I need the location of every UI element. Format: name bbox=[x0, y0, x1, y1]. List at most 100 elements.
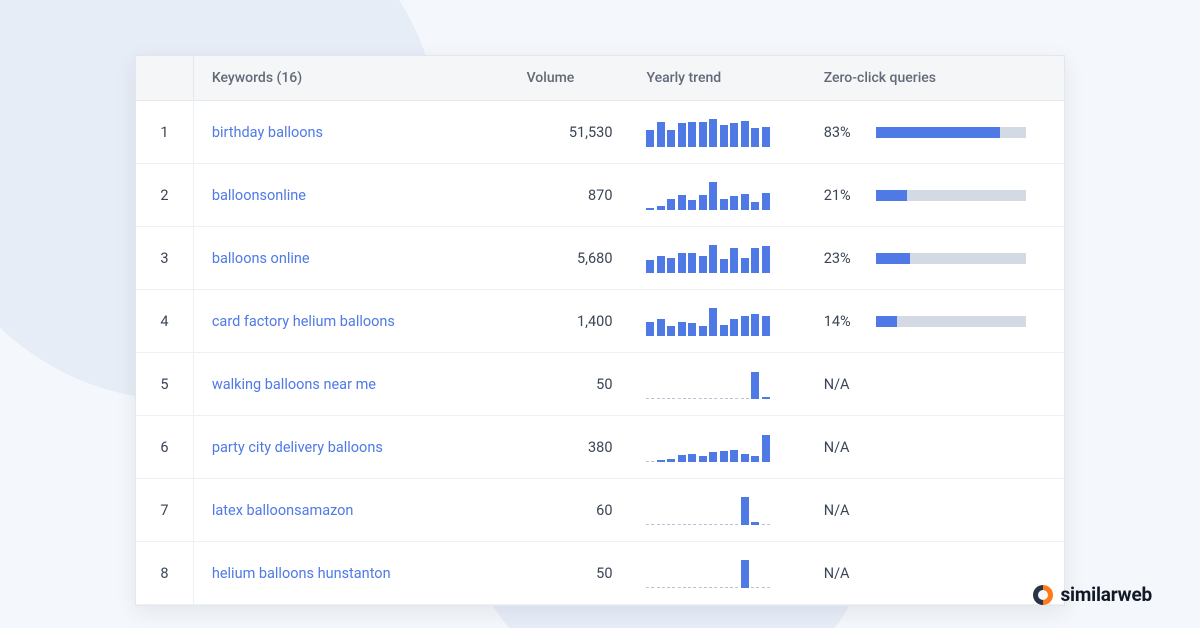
sparkline-bar bbox=[688, 323, 696, 336]
keyword-link[interactable]: walking balloons near me bbox=[212, 376, 376, 393]
rank-cell: 7 bbox=[136, 479, 193, 542]
header-yearly-trend[interactable]: Yearly trend bbox=[636, 56, 813, 101]
sparkline-bar bbox=[688, 200, 696, 210]
sparkline-bar bbox=[751, 128, 759, 147]
sparkline-bar bbox=[657, 524, 665, 525]
trend-cell bbox=[636, 101, 813, 164]
sparkline-bar bbox=[751, 372, 759, 399]
header-rank bbox=[136, 56, 193, 101]
keyword-link[interactable]: balloons online bbox=[212, 250, 310, 267]
zero-click-cell: N/A bbox=[814, 416, 1064, 479]
sparkline-bar bbox=[688, 454, 696, 462]
sparkline-bar bbox=[720, 125, 728, 147]
brand-logo: similarweb bbox=[1033, 583, 1153, 606]
sparkline-bar bbox=[751, 202, 759, 210]
keyword-link[interactable]: card factory helium balloons bbox=[212, 313, 395, 330]
sparkline-bar bbox=[730, 248, 738, 273]
zero-click-wrap: 83% bbox=[824, 124, 1054, 141]
table-row: 5 walking balloons near me 50 N/A bbox=[136, 353, 1064, 416]
zero-click-wrap: N/A bbox=[824, 439, 1054, 456]
sparkline-bar bbox=[688, 524, 696, 525]
header-keywords[interactable]: Keywords (16) bbox=[193, 56, 516, 101]
sparkline-chart bbox=[646, 558, 803, 588]
trend-cell bbox=[636, 479, 813, 542]
keyword-cell: balloonsonline bbox=[193, 164, 516, 227]
zero-click-bar bbox=[876, 316, 1026, 327]
sparkline-bar bbox=[667, 199, 675, 210]
sparkline-chart bbox=[646, 180, 803, 210]
sparkline-bar bbox=[720, 398, 728, 399]
zero-click-cell: N/A bbox=[814, 479, 1064, 542]
zero-click-na: N/A bbox=[824, 376, 850, 393]
rank-cell: 8 bbox=[136, 542, 193, 605]
sparkline-bar bbox=[688, 587, 696, 588]
sparkline-bar bbox=[646, 524, 654, 525]
sparkline-bar bbox=[646, 322, 654, 336]
header-zero-click[interactable]: Zero-click queries bbox=[814, 56, 1064, 101]
table-row: 8helium balloons hunstanton50N/A bbox=[136, 542, 1064, 605]
similarweb-icon bbox=[1033, 585, 1053, 605]
sparkline-bar bbox=[646, 587, 654, 588]
sparkline-bar bbox=[699, 456, 707, 462]
sparkline-bar bbox=[762, 246, 770, 273]
rank-cell: 2 bbox=[136, 164, 193, 227]
keyword-link[interactable]: helium balloons hunstanton bbox=[212, 565, 391, 582]
zero-click-percent: 14% bbox=[824, 313, 864, 330]
zero-click-percent: 21% bbox=[824, 187, 864, 204]
brand-text: similarweb bbox=[1061, 583, 1153, 606]
sparkline-bar bbox=[657, 398, 665, 399]
sparkline-bar bbox=[646, 461, 654, 462]
sparkline-bar bbox=[657, 122, 665, 147]
zero-click-bar bbox=[876, 127, 1026, 138]
volume-cell: 50 bbox=[517, 353, 637, 416]
keyword-cell: helium balloons hunstanton bbox=[193, 542, 516, 605]
volume-cell: 50 bbox=[517, 542, 637, 605]
sparkline-bar bbox=[657, 319, 665, 336]
zero-click-wrap: 23% bbox=[824, 250, 1054, 267]
sparkline-bar bbox=[678, 455, 686, 462]
sparkline-bar bbox=[709, 308, 717, 336]
keyword-link[interactable]: balloonsonline bbox=[212, 187, 306, 204]
sparkline-bar bbox=[678, 253, 686, 273]
rank-cell: 5 bbox=[136, 353, 193, 416]
sparkline-bar bbox=[667, 587, 675, 588]
volume-cell: 5,680 bbox=[517, 227, 637, 290]
zero-click-wrap: N/A bbox=[824, 376, 1054, 393]
sparkline-bar bbox=[762, 397, 770, 399]
trend-cell bbox=[636, 227, 813, 290]
trend-cell bbox=[636, 542, 813, 605]
sparkline-chart bbox=[646, 432, 803, 462]
zero-click-wrap: 14% bbox=[824, 313, 1054, 330]
sparkline-bar bbox=[709, 119, 717, 147]
table-row: 1birthday balloons51,53083% bbox=[136, 101, 1064, 164]
sparkline-bar bbox=[709, 524, 717, 525]
sparkline-bar bbox=[730, 450, 738, 462]
sparkline-bar bbox=[741, 258, 749, 273]
sparkline-chart bbox=[646, 243, 803, 273]
sparkline-bar bbox=[730, 587, 738, 588]
zero-click-wrap: 21% bbox=[824, 187, 1054, 204]
zero-click-cell: 23% bbox=[814, 227, 1064, 290]
sparkline-bar bbox=[709, 587, 717, 588]
sparkline-bar bbox=[741, 316, 749, 336]
keyword-cell: walking balloons near me bbox=[193, 353, 516, 416]
zero-click-bar-fill bbox=[876, 316, 897, 327]
keyword-link[interactable]: latex balloonsamazon bbox=[212, 502, 354, 519]
sparkline-bar bbox=[741, 194, 749, 210]
sparkline-bar bbox=[646, 260, 654, 273]
keyword-link[interactable]: party city delivery balloons bbox=[212, 439, 383, 456]
sparkline-bar bbox=[667, 524, 675, 525]
sparkline-bar bbox=[709, 245, 717, 273]
zero-click-bar bbox=[876, 190, 1026, 201]
sparkline-bar bbox=[646, 208, 654, 210]
header-volume[interactable]: Volume bbox=[517, 56, 637, 101]
sparkline-bar bbox=[751, 587, 759, 588]
keyword-link[interactable]: birthday balloons bbox=[212, 124, 323, 141]
sparkline-bar bbox=[720, 259, 728, 273]
table-row: 7latex balloonsamazon60N/A bbox=[136, 479, 1064, 542]
sparkline-bar bbox=[720, 451, 728, 462]
sparkline-bar bbox=[646, 398, 654, 399]
sparkline-bar bbox=[667, 326, 675, 336]
table-row: 3balloons online5,68023% bbox=[136, 227, 1064, 290]
sparkline-bar bbox=[657, 587, 665, 588]
